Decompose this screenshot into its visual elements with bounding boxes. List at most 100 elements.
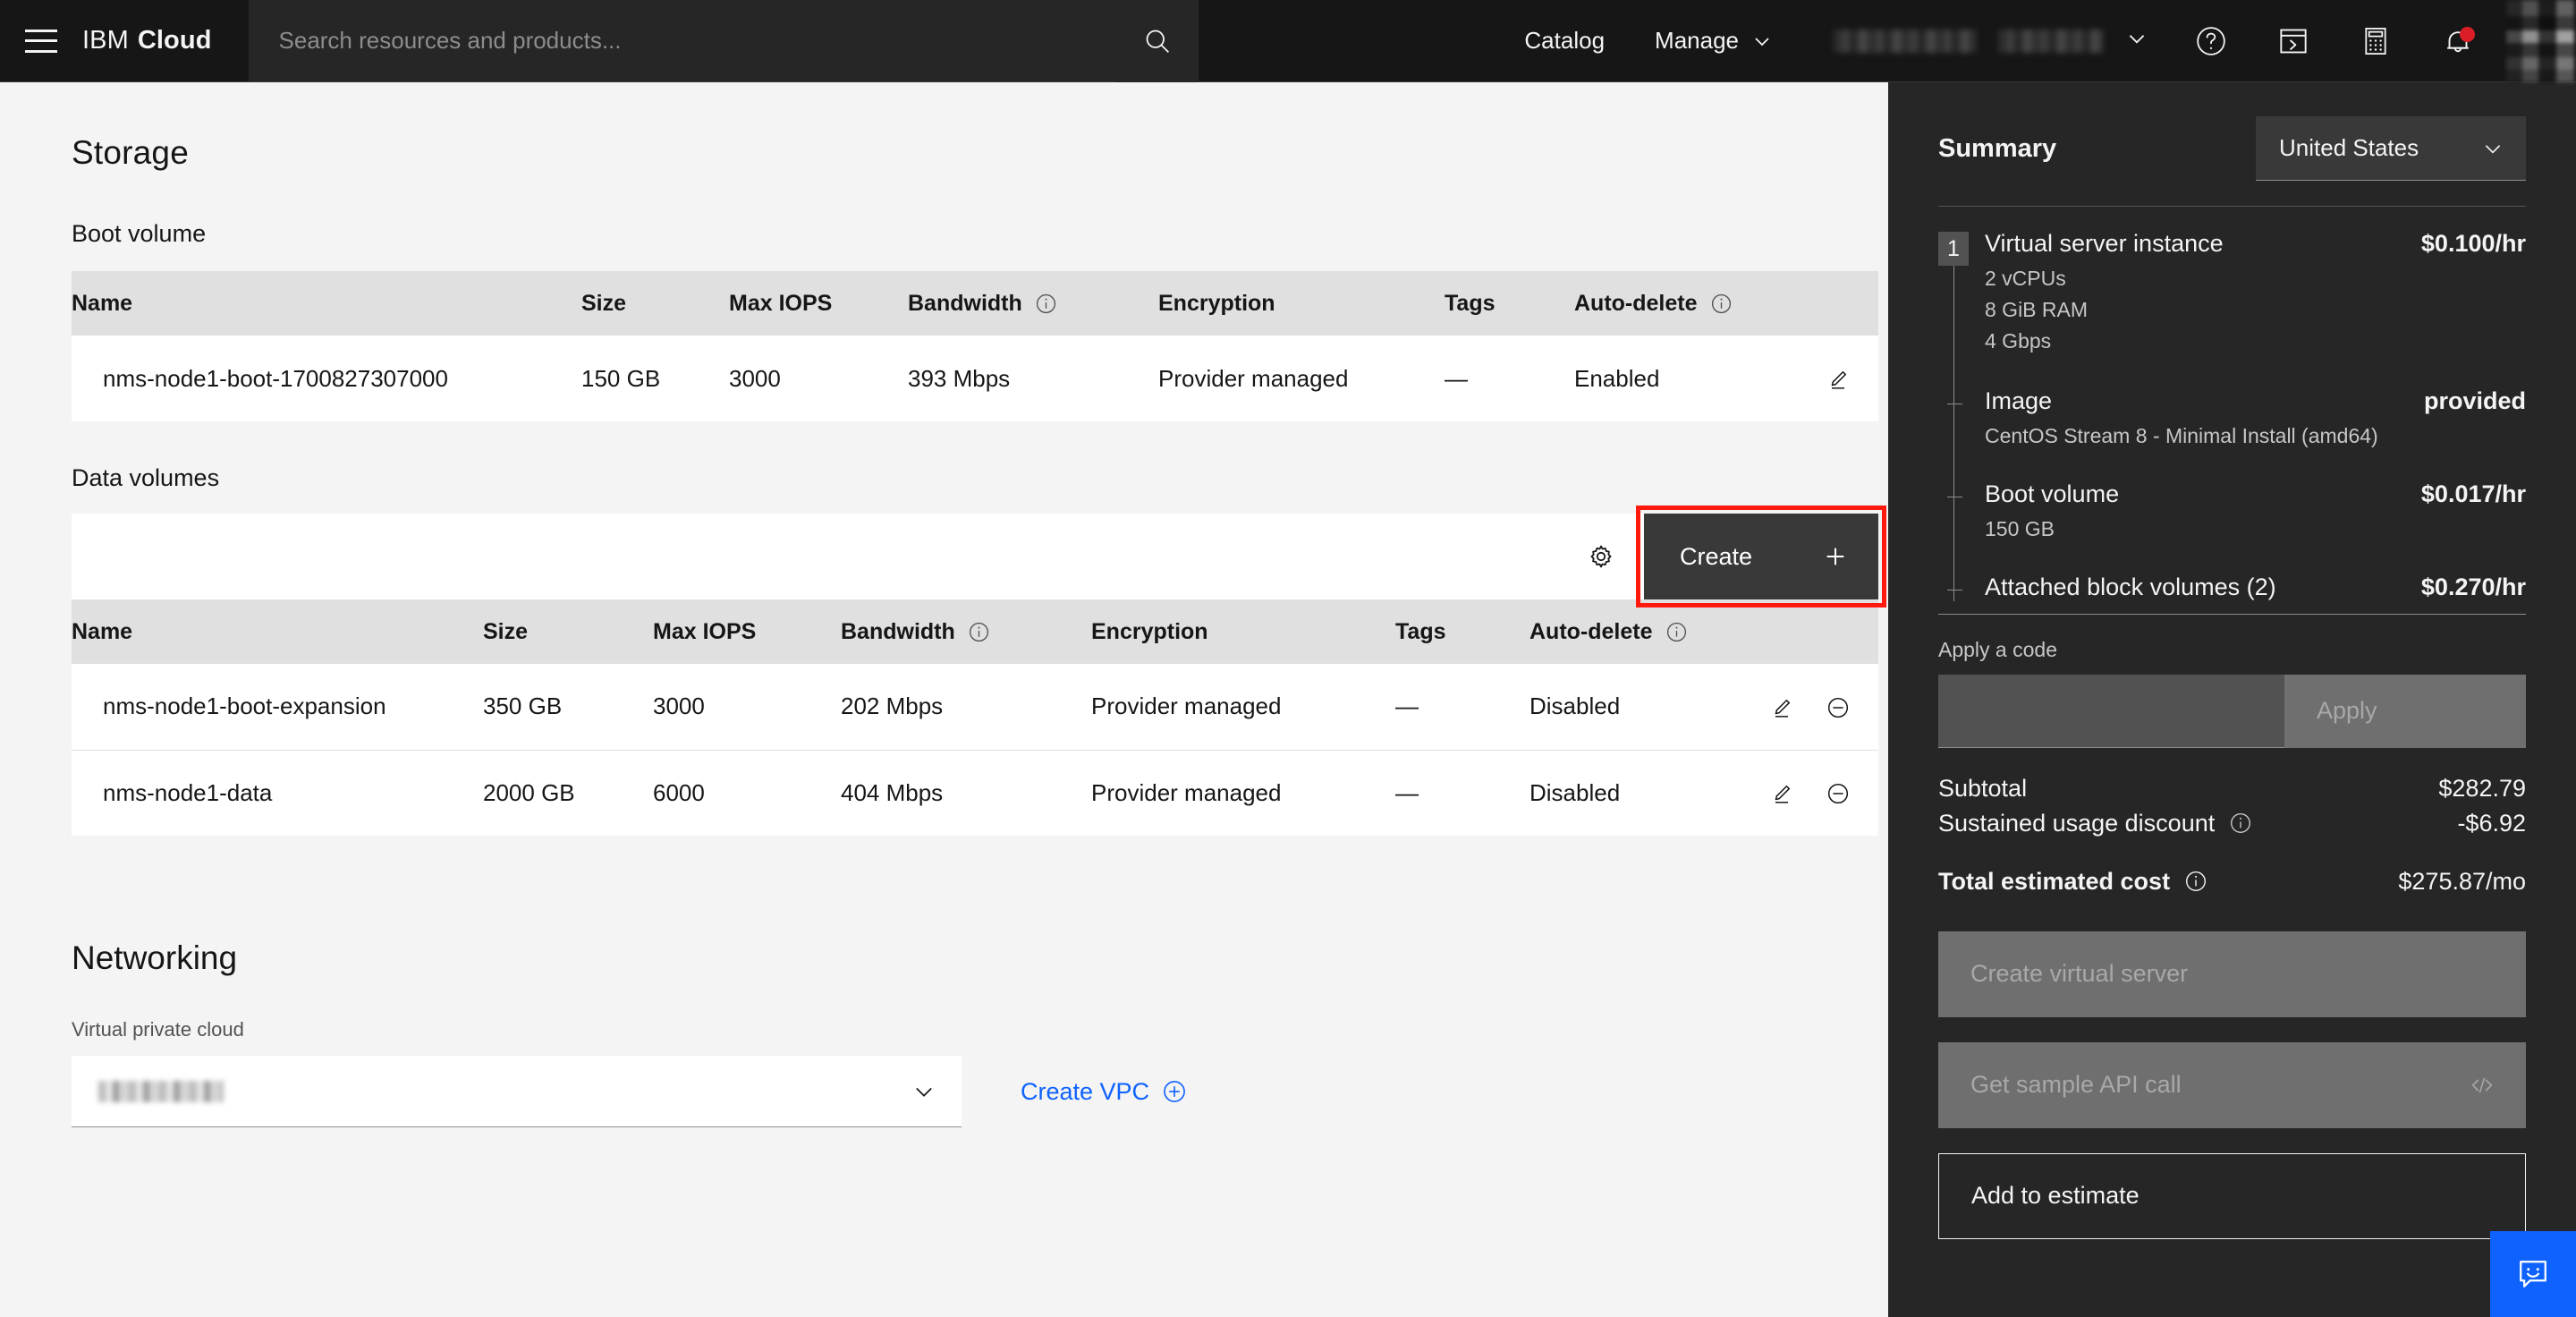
- edit-icon[interactable]: [1768, 780, 1795, 807]
- calculator-icon: [2360, 25, 2392, 57]
- cell-actions: [1744, 749, 1878, 836]
- cell-name: nms-node1-boot-1700827307000: [72, 336, 581, 421]
- nav-catalog-label: Catalog: [1524, 27, 1606, 54]
- summary-title: Summary: [1938, 133, 2057, 163]
- cell-name: nms-node1-boot-expansion: [72, 664, 483, 750]
- hamburger-menu-button[interactable]: [0, 0, 82, 81]
- create-data-volume-button[interactable]: Create: [1636, 506, 1886, 608]
- col-auto-delete: Auto-delete: [1530, 599, 1744, 664]
- col-auto-delete: Auto-delete: [1574, 271, 1780, 336]
- apply-code-button[interactable]: Apply: [2284, 674, 2526, 748]
- edit-icon[interactable]: [1768, 694, 1795, 721]
- summary-items: 1 Virtual server instance $0.100/hr 2 vC…: [1938, 230, 2526, 601]
- summary-item-title: Boot volume: [1985, 480, 2120, 507]
- total-value: $275.87/mo: [2398, 867, 2526, 895]
- info-icon[interactable]: [2229, 811, 2252, 835]
- create-virtual-server-label: Create virtual server: [1970, 960, 2189, 988]
- support-chat-button[interactable]: [2490, 1231, 2576, 1317]
- create-virtual-server-button[interactable]: Create virtual server: [1938, 930, 2526, 1017]
- search-submit-button[interactable]: [1115, 0, 1199, 82]
- col-bandwidth-label: Bandwidth: [841, 618, 955, 644]
- cell-tags: —: [1445, 336, 1574, 421]
- data-volumes-toolbar: Create: [72, 506, 1886, 608]
- cell-encryption: Provider managed: [1158, 336, 1445, 421]
- remove-icon[interactable]: [1825, 694, 1852, 721]
- get-sample-api-call-button[interactable]: Get sample API call: [1938, 1041, 2526, 1128]
- summary-items-divider: [1938, 613, 2526, 615]
- cell-max-iops: 3000: [729, 336, 908, 421]
- hamburger-icon: [25, 29, 57, 53]
- account-selector[interactable]: [1798, 0, 2170, 81]
- col-name: Name: [72, 271, 581, 336]
- data-volumes-heading: Data volumes: [72, 464, 220, 491]
- info-icon[interactable]: [1035, 293, 1057, 315]
- detail-os: CentOS Stream 8 - Minimal Install (amd64…: [1985, 423, 2378, 447]
- ibm-cloud-logo[interactable]: IBM Cloud: [82, 0, 248, 81]
- col-max-iops: Max IOPS: [729, 271, 908, 336]
- cell-name: nms-node1-data: [72, 749, 483, 836]
- networking-heading: Networking: [72, 939, 238, 976]
- help-button[interactable]: [2170, 0, 2252, 81]
- search-input[interactable]: [248, 27, 1116, 55]
- quantity-badge: 1: [1938, 232, 1969, 266]
- boot-volume-table: Name Size Max IOPS Bandwidth Encryption …: [72, 271, 1878, 421]
- apply-code-label: Apply a code: [1938, 637, 2057, 661]
- detail-ram: 8 GiB RAM: [1985, 297, 2089, 321]
- plus-circle-icon: [1162, 1079, 1187, 1104]
- info-icon[interactable]: [968, 621, 990, 643]
- col-bandwidth: Bandwidth: [841, 599, 1091, 664]
- account-name-redacted: [1834, 29, 1977, 53]
- cloud-shell-button[interactable]: [2252, 0, 2334, 81]
- col-auto-delete-label: Auto-delete: [1574, 290, 1698, 316]
- col-bandwidth: Bandwidth: [908, 271, 1158, 336]
- info-icon[interactable]: [1710, 293, 1733, 315]
- cell-auto-delete: Disabled: [1530, 749, 1744, 836]
- summary-header: Summary United States: [1938, 82, 2526, 181]
- apply-code-input[interactable]: [1938, 674, 2284, 748]
- cell-encryption: Provider managed: [1091, 664, 1395, 750]
- total-label: Total estimated cost: [1938, 867, 2171, 895]
- vpc-selected-value-redacted: [98, 1080, 224, 1102]
- col-actions: [1744, 599, 1878, 664]
- edit-icon[interactable]: [1825, 366, 1852, 393]
- col-size: Size: [483, 599, 653, 664]
- cell-actions: [1780, 336, 1878, 421]
- cell-max-iops: 6000: [653, 749, 841, 836]
- summary-item-price: $0.270/hr: [2420, 573, 2526, 600]
- cost-estimator-button[interactable]: [2334, 0, 2417, 81]
- user-profile-button[interactable]: [2499, 0, 2576, 82]
- summary-item-image: Image provided CentOS Stream 8 - Minimal…: [1938, 387, 2526, 452]
- vpc-select[interactable]: [72, 1056, 962, 1127]
- cell-size: 150 GB: [581, 336, 729, 421]
- info-icon[interactable]: [1665, 621, 1688, 643]
- cell-tags: —: [1395, 749, 1530, 836]
- summary-item-title: Attached block volumes (2): [1985, 573, 2276, 600]
- page-body: Storage Boot volume Name Size Max IOPS B…: [0, 82, 2576, 1317]
- col-tags: Tags: [1445, 271, 1574, 336]
- add-to-estimate-button[interactable]: Add to estimate: [1938, 1152, 2526, 1239]
- header-right-actions: Catalog Manage: [1199, 0, 2576, 82]
- nav-catalog[interactable]: Catalog: [1499, 0, 1630, 81]
- nav-manage[interactable]: Manage: [1630, 0, 1798, 81]
- summary-panel: Summary United States 1 Virtual server i…: [1888, 82, 2576, 1317]
- remove-icon[interactable]: [1825, 780, 1852, 807]
- col-bandwidth-label: Bandwidth: [908, 290, 1022, 316]
- summary-item-details: 150 GB: [1985, 514, 2526, 545]
- table-header-row: Name Size Max IOPS Bandwidth Encryption …: [72, 271, 1878, 336]
- page-title: Storage: [72, 134, 189, 171]
- cell-actions: [1744, 664, 1878, 750]
- data-volumes-table: Name Size Max IOPS Bandwidth Encryption …: [72, 599, 1878, 836]
- create-vpc-link[interactable]: Create VPC: [1021, 1078, 1187, 1106]
- cell-tags: —: [1395, 664, 1530, 750]
- settings-button[interactable]: [1558, 514, 1644, 599]
- ibm-cloud-provisioning-page: IBM Cloud Catalog Manage: [0, 0, 2576, 1317]
- summary-item-virtual-server: 1 Virtual server instance $0.100/hr 2 vC…: [1938, 230, 2526, 357]
- summary-item-boot-volume: Boot volume $0.017/hr 150 GB: [1938, 480, 2526, 545]
- info-icon[interactable]: [2184, 870, 2207, 893]
- col-encryption: Encryption: [1091, 599, 1395, 664]
- boot-volume-heading: Boot volume: [72, 220, 207, 247]
- notifications-button[interactable]: [2417, 0, 2499, 81]
- region-select[interactable]: United States: [2256, 116, 2526, 181]
- create-button-label: Create: [1680, 542, 1753, 570]
- cell-bandwidth: 404 Mbps: [841, 749, 1091, 836]
